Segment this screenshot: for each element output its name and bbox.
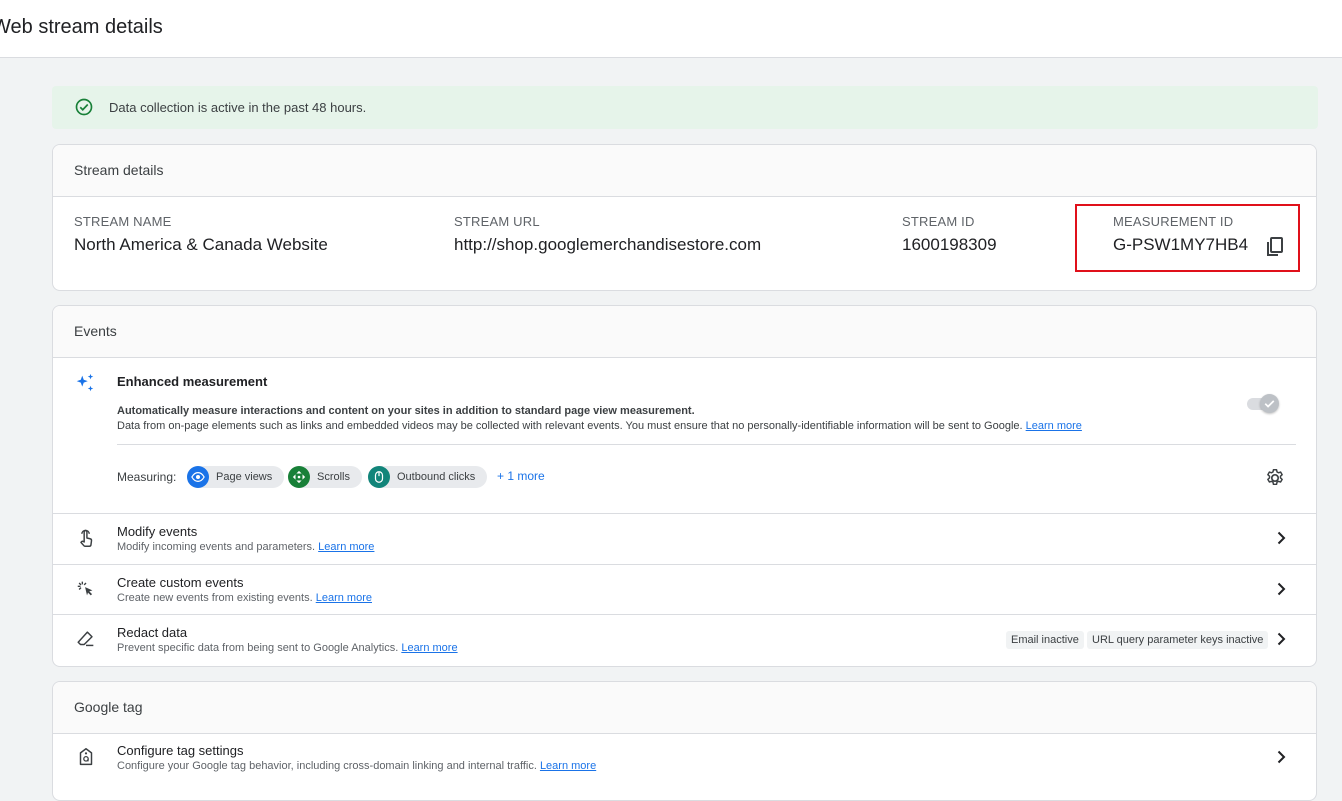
redact-data-learn-more[interactable]: Learn more [401,642,457,654]
google-tag-card: Google tag Configure tag settings Config… [52,681,1317,801]
chip-outbound-clicks: Outbound clicks [368,466,488,488]
check-icon [1264,400,1275,408]
measurement-id-value: G-PSW1MY7HB4 [1113,235,1249,254]
create-custom-events-subtitle: Create new events from existing events. … [117,592,372,604]
chevron-right-icon [1277,531,1286,545]
chip-page-views: Page views [187,466,285,488]
stream-url-value: http://shop.googlemerchandisestore.com [454,235,762,254]
copy-icon[interactable] [1265,236,1285,258]
toggle-knob [1260,394,1279,413]
modify-events-learn-more[interactable]: Learn more [318,541,374,553]
enhanced-measurement-title: Enhanced measurement [117,374,268,389]
google-tag-title: Google tag [74,699,143,715]
chevron-right-icon [1277,632,1286,646]
measurement-id-field: MEASUREMENT ID G-PSW1MY7HB4 [1113,214,1248,255]
stream-url-label: STREAM URL [454,214,540,229]
events-card: Events Enhanced measurement Automaticall… [52,305,1317,667]
chevron-right-icon [1277,582,1286,596]
stream-name-value: North America & Canada Website [74,235,328,254]
events-title: Events [74,323,117,339]
measurement-id-label: MEASUREMENT ID [1113,214,1234,229]
more-measurements-link[interactable]: + 1 more [497,469,545,483]
stream-name-label: STREAM NAME [74,214,172,229]
mouse-icon [368,466,390,488]
stream-id-label: STREAM ID [902,214,975,229]
chip-page-views-label: Page views [216,471,273,483]
configure-tag-settings-title: Configure tag settings [117,743,244,758]
eye-icon [187,466,209,488]
modify-events-subtitle: Modify incoming events and parameters. L… [117,541,374,553]
create-custom-events-subtitle-text: Create new events from existing events. [117,592,313,604]
stream-details-card: Stream details STREAM NAME North America… [52,144,1317,291]
redact-data-title: Redact data [117,625,188,640]
configure-tag-settings-learn-more[interactable]: Learn more [540,760,596,772]
create-custom-events-learn-more[interactable]: Learn more [316,592,372,604]
stream-details-header: Stream details [53,145,1316,197]
enhanced-measurement-description: Automatically measure interactions and c… [117,405,695,417]
modify-events-subtitle-text: Modify incoming events and parameters. [117,541,316,553]
enhanced-measurement-divider [117,444,1296,445]
stream-id-field: STREAM ID 1600198309 [902,214,997,255]
enhanced-measurement-learn-more[interactable]: Learn more [1026,420,1082,432]
eraser-icon [77,631,94,647]
redact-data-subtitle-text: Prevent specific data from being sent to… [117,642,399,654]
configure-tag-settings-subtitle-text: Configure your Google tag behavior, incl… [117,760,537,772]
scroll-icon [288,466,310,488]
redact-data-subtitle: Prevent specific data from being sent to… [117,642,458,654]
check-circle-icon [75,98,93,116]
chevron-right-icon [1277,750,1286,764]
url-query-inactive-badge: URL query parameter keys inactive [1087,631,1269,649]
google-tag-icon [79,748,93,766]
stream-id-value: 1600198309 [902,235,997,254]
create-custom-events-row[interactable]: Create custom events Create new events f… [53,564,1316,614]
banner-text: Data collection is active in the past 48… [109,100,367,115]
enhanced-measurement-note: Data from on-page elements such as links… [117,420,1082,432]
google-tag-header: Google tag [53,682,1316,734]
page-title: Web stream details [0,16,163,38]
touch-icon [80,529,93,547]
gear-icon[interactable] [1264,467,1286,489]
chip-scrolls: Scrolls [288,466,363,488]
create-custom-events-title: Create custom events [117,575,244,590]
enhanced-measurement-note-text: Data from on-page elements such as links… [117,420,1023,432]
data-collection-banner: Data collection is active in the past 48… [52,86,1318,129]
enhanced-measurement-toggle[interactable] [1245,393,1279,415]
modify-events-row[interactable]: Modify events Modify incoming events and… [53,513,1316,563]
measuring-label: Measuring: [117,470,177,484]
modify-events-title: Modify events [117,524,198,539]
events-header: Events [53,306,1316,358]
email-inactive-badge: Email inactive [1006,631,1084,649]
top-bar: Web stream details [0,0,1342,58]
chip-scrolls-label: Scrolls [317,471,351,483]
stream-name-field: STREAM NAME North America & Canada Websi… [74,214,328,255]
chip-outbound-clicks-label: Outbound clicks [397,471,476,483]
stream-details-title: Stream details [74,162,164,178]
redact-data-row[interactable]: Redact data Prevent specific data from b… [53,614,1316,664]
cursor-click-icon [77,581,93,596]
configure-tag-settings-subtitle: Configure your Google tag behavior, incl… [117,760,596,772]
stream-url-field: STREAM URL http://shop.googlemerchandise… [454,214,761,255]
configure-tag-settings-row[interactable]: Configure tag settings Configure your Go… [53,733,1316,783]
sparkle-icon [76,373,94,392]
